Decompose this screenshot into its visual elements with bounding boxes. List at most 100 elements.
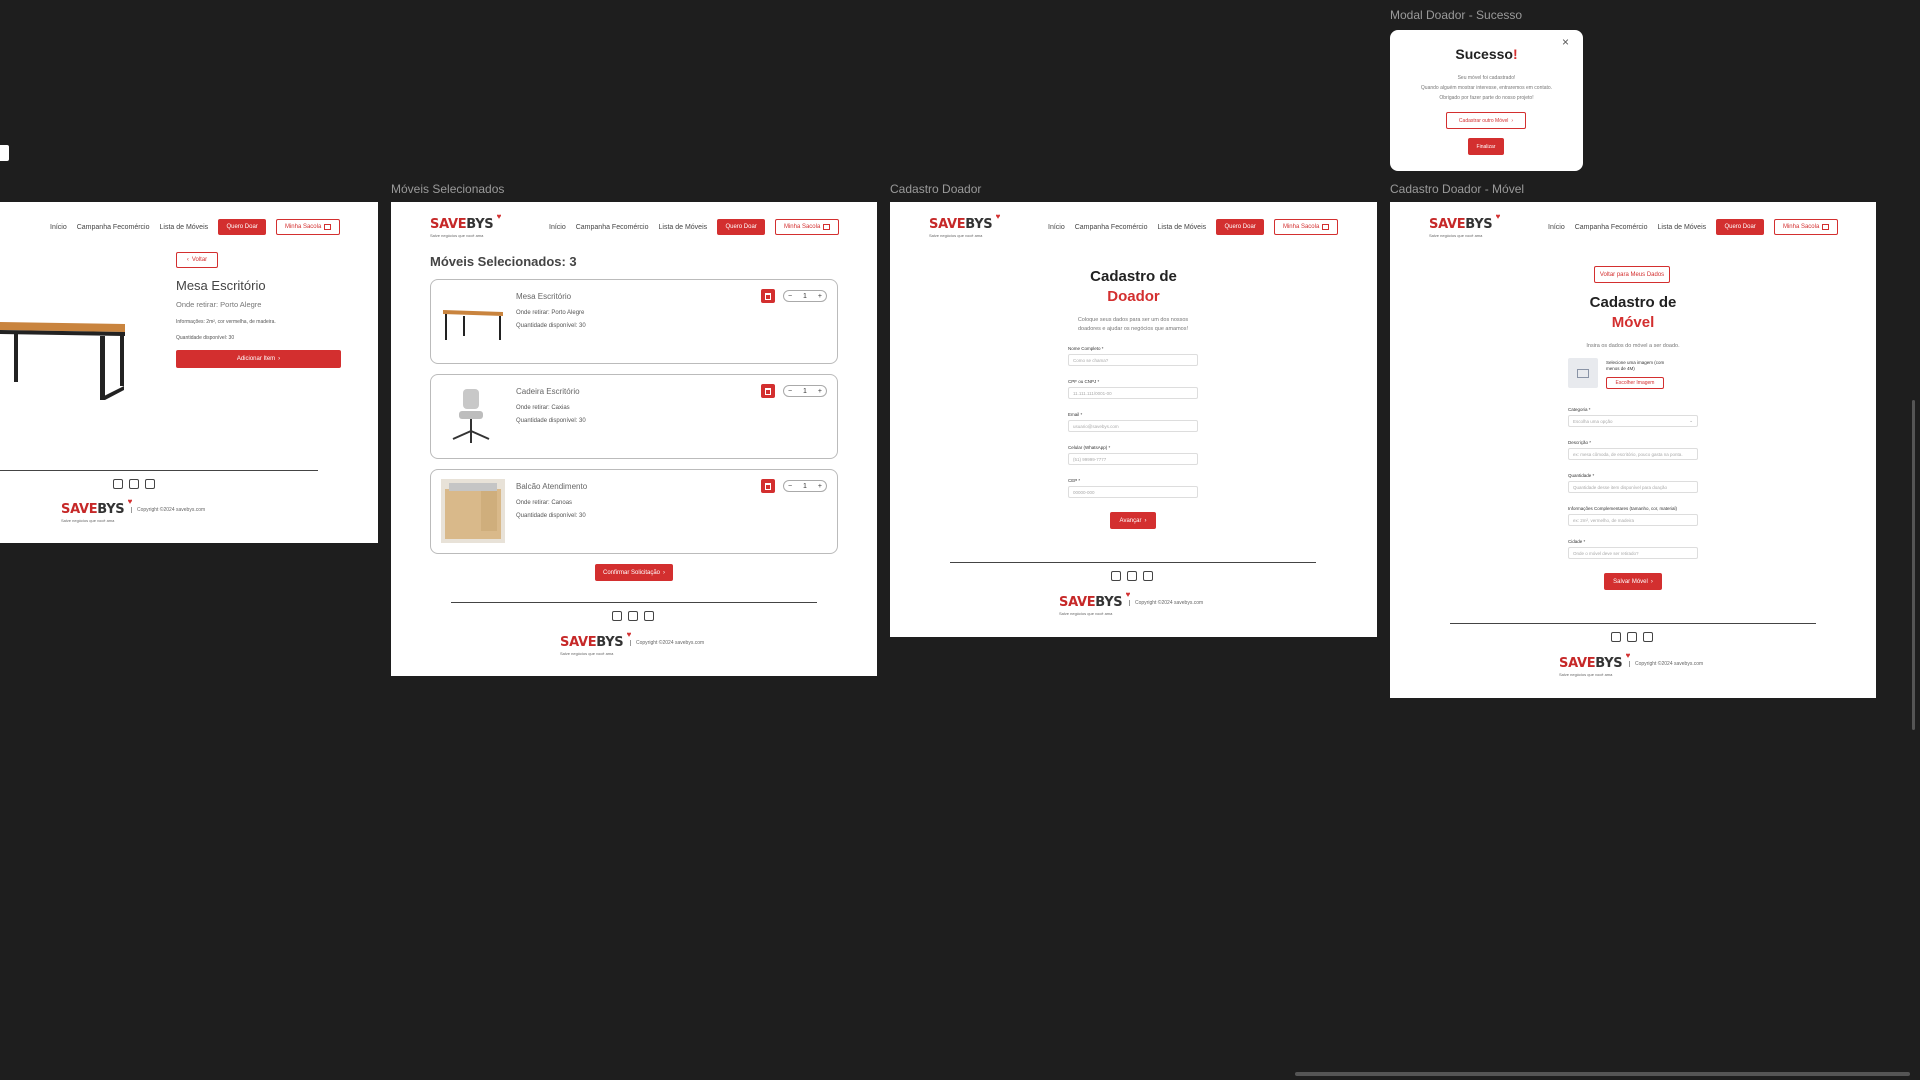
nav-bar: Início Campanha Fecomércio Lista de Móve…: [50, 219, 341, 235]
nav-lista[interactable]: Lista de Móveis: [1158, 224, 1207, 231]
nav-campanha[interactable]: Campanha Fecomércio: [576, 224, 649, 231]
minha-sacola-label: Minha Sacola: [1282, 224, 1320, 230]
nav-campanha[interactable]: Campanha Fecomércio: [1575, 224, 1648, 231]
heart-icon: ♥: [1625, 651, 1631, 660]
back-button[interactable]: ‹ Voltar: [176, 252, 218, 268]
register-another-button[interactable]: Cadastrar outro Móvel ›: [1446, 112, 1526, 129]
linkedin-icon[interactable]: [1643, 632, 1653, 642]
full-name-field[interactable]: Como se chama?: [1068, 354, 1198, 366]
heart-icon: ♥: [496, 212, 502, 221]
description-field[interactable]: ex: mesa cômoda, de escritório, pouco ga…: [1568, 448, 1698, 460]
plus-icon[interactable]: +: [818, 388, 822, 395]
quantity-stepper[interactable]: − 1 +: [783, 290, 827, 302]
logo-tagline: Salve negócios que você ama: [430, 233, 484, 238]
item-qty: Quantidade disponível: 30: [516, 513, 586, 519]
heart-icon: ♥: [995, 212, 1001, 221]
facebook-icon[interactable]: [612, 611, 622, 621]
social-links: [612, 611, 654, 621]
back-to-my-data-button[interactable]: Voltar para Meus Dados: [1594, 266, 1670, 283]
logo-word-a: SAVE: [1559, 656, 1596, 671]
quero-doar-button[interactable]: Quero Doar: [218, 219, 267, 235]
success-modal: × Sucesso! Seu móvel foi cadastrado! Qua…: [1390, 30, 1583, 171]
linkedin-icon[interactable]: [145, 479, 155, 489]
quero-doar-button[interactable]: Quero Doar: [1216, 219, 1265, 235]
vertical-scrollbar[interactable]: [1912, 400, 1915, 730]
bag-icon: [1322, 224, 1330, 230]
save-furniture-button[interactable]: Salvar Móvel ›: [1604, 573, 1662, 590]
chair-thumbnail: [452, 389, 490, 443]
donor-subtitle: Coloque seus dados para ser um dos nosso…: [1077, 317, 1189, 332]
footer-logo: SAVEBYS Salve negócios que você ama ♥: [61, 497, 132, 523]
minha-sacola-button[interactable]: Minha Sacola: [775, 219, 840, 235]
footer-copyright: Copyright ©2024 savebys.com: [1629, 661, 1703, 667]
quero-doar-button[interactable]: Quero Doar: [717, 219, 766, 235]
product-details: Informações: 2m², cor vermelha, de madei…: [176, 319, 276, 325]
plus-icon[interactable]: +: [818, 293, 822, 300]
extra-info-field[interactable]: ex: 2m², vermelho, de madeira: [1568, 514, 1698, 526]
facebook-icon[interactable]: [113, 479, 123, 489]
minha-sacola-button[interactable]: Minha Sacola: [276, 219, 341, 235]
instagram-icon[interactable]: [628, 611, 638, 621]
quantity-field[interactable]: Quantidade desse item disponível para do…: [1568, 481, 1698, 493]
add-item-button[interactable]: Adicionar Item ›: [176, 350, 341, 368]
nav-campanha[interactable]: Campanha Fecomércio: [1075, 224, 1148, 231]
plus-icon[interactable]: +: [818, 483, 822, 490]
cpf-cnpj-field[interactable]: 11.111.111/0001-00: [1068, 387, 1198, 399]
nav-inicio[interactable]: Início: [549, 224, 566, 231]
nav-lista[interactable]: Lista de Móveis: [659, 224, 708, 231]
nav-inicio[interactable]: Início: [50, 224, 67, 231]
minha-sacola-label: Minha Sacola: [1782, 224, 1820, 230]
cep-field[interactable]: 00000-000: [1068, 486, 1198, 498]
city-field[interactable]: Onde o móvel deve ser retirado?: [1568, 547, 1698, 559]
linkedin-icon[interactable]: [644, 611, 654, 621]
chevron-right-icon: ›: [1144, 517, 1147, 524]
desk-thumbnail: [443, 310, 503, 340]
minus-icon[interactable]: −: [788, 293, 792, 300]
phone-field[interactable]: (51) 99999-7777: [1068, 453, 1198, 465]
logo-word-b: BYS: [466, 217, 494, 232]
nav-inicio[interactable]: Início: [1548, 224, 1565, 231]
trash-icon[interactable]: [761, 289, 775, 303]
category-select[interactable]: Escolha uma opção ⌄: [1568, 415, 1698, 427]
quantity-stepper[interactable]: − 1 +: [783, 480, 827, 492]
confirm-request-button[interactable]: Confirmar Solicitação ›: [595, 564, 673, 581]
quantity-stepper[interactable]: − 1 +: [783, 385, 827, 397]
facebook-icon[interactable]: [1611, 632, 1621, 642]
nav-lista[interactable]: Lista de Móveis: [1658, 224, 1707, 231]
field-label: Cidade *: [1568, 539, 1586, 544]
quero-doar-label: Quero Doar: [1224, 224, 1256, 230]
instagram-icon[interactable]: [1127, 571, 1137, 581]
email-field[interactable]: usuario@savebys.com: [1068, 420, 1198, 432]
instagram-icon[interactable]: [1627, 632, 1637, 642]
item-pickup: Onde retirar: Porto Alegre: [516, 310, 585, 316]
next-button[interactable]: Avançar ›: [1110, 512, 1156, 529]
trash-icon[interactable]: [761, 384, 775, 398]
minus-icon[interactable]: −: [788, 483, 792, 490]
facebook-icon[interactable]: [1111, 571, 1121, 581]
horizontal-scrollbar[interactable]: [1295, 1072, 1910, 1076]
footer-copyright: Copyright ©2024 savebys.com: [1129, 600, 1203, 606]
stepper-value: 1: [803, 482, 807, 490]
nav-inicio[interactable]: Início: [1048, 224, 1065, 231]
nav-campanha[interactable]: Campanha Fecomércio: [77, 224, 150, 231]
frame-title-selected: Móveis Selecionados: [391, 182, 505, 196]
trash-icon[interactable]: [761, 479, 775, 493]
minha-sacola-button[interactable]: Minha Sacola: [1774, 219, 1839, 235]
nav-bar: Início Campanha Fecomércio Lista de Móve…: [1548, 219, 1839, 235]
minus-icon[interactable]: −: [788, 388, 792, 395]
selected-item-card: Balcão Atendimento Onde retirar: Canoas …: [430, 469, 838, 554]
choose-image-button[interactable]: Escolher Imagem: [1606, 377, 1664, 389]
finish-button[interactable]: Finalizar: [1468, 138, 1504, 155]
nav-lista[interactable]: Lista de Móveis: [160, 224, 209, 231]
quero-doar-button[interactable]: Quero Doar: [1716, 219, 1765, 235]
product-qty: Quantidade disponível: 30: [176, 335, 235, 341]
logo-word-b: BYS: [1465, 217, 1493, 232]
instagram-icon[interactable]: [129, 479, 139, 489]
linkedin-icon[interactable]: [1143, 571, 1153, 581]
minha-sacola-button[interactable]: Minha Sacola: [1274, 219, 1339, 235]
logo-tagline: Salve negócios que você ama: [61, 518, 115, 523]
field-label: Informações Complementares (tamanho, cor…: [1568, 506, 1678, 511]
logo-word-a: SAVE: [61, 502, 98, 517]
selected-heading: Móveis Selecionados: 3: [430, 254, 577, 269]
selected-item-card: Cadeira Escritório Onde retirar: Caxias …: [430, 374, 838, 459]
